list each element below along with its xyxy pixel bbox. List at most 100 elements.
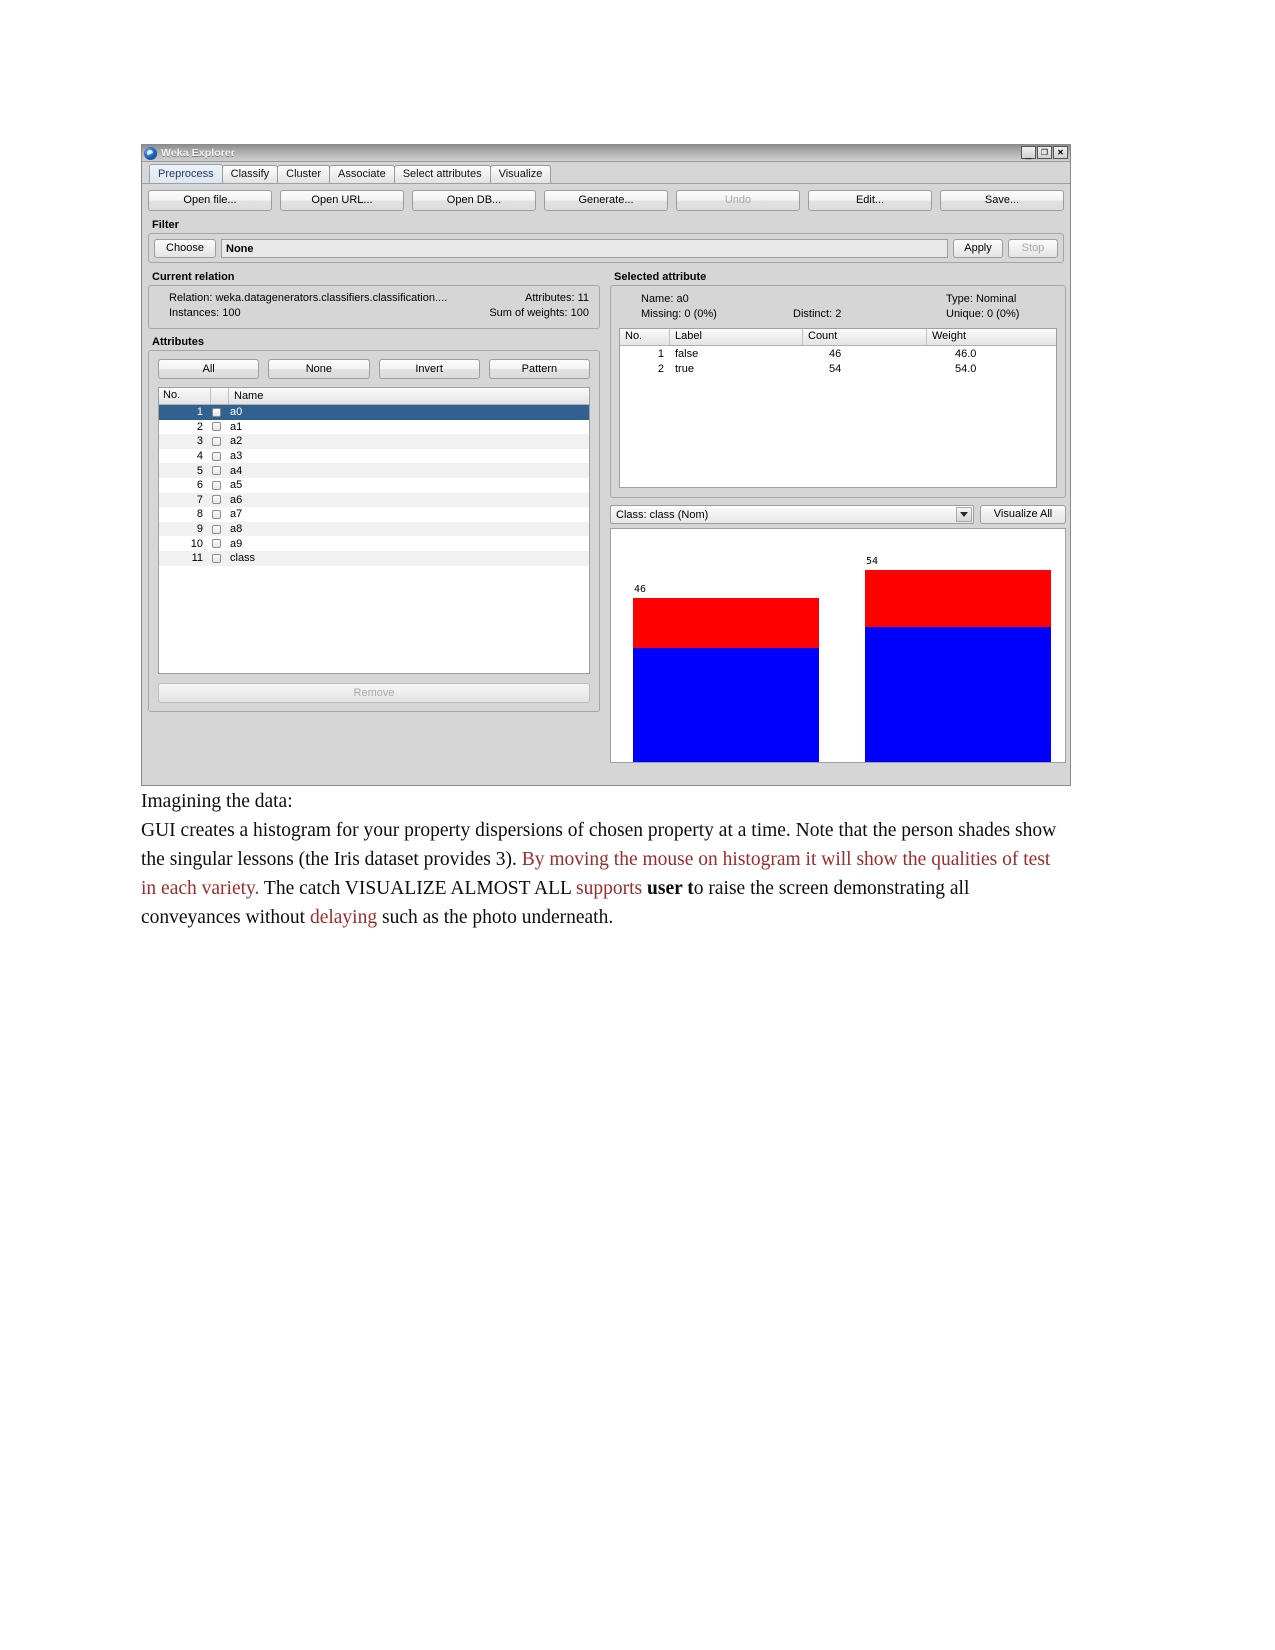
tab-preprocess[interactable]: Preprocess xyxy=(149,164,223,183)
label-column-count: Count xyxy=(803,329,927,345)
class-histogram[interactable]: 46 54 xyxy=(610,528,1066,763)
doc-text-segment: supports xyxy=(576,878,648,899)
attribute-row-a7[interactable]: 8 a7 xyxy=(159,507,589,522)
attribute-row-a2[interactable]: 3 a2 xyxy=(159,434,589,449)
label-row[interactable]: 2 true 54 54.0 xyxy=(620,361,1056,376)
select-all-button[interactable]: All xyxy=(158,359,260,379)
remove-attributes-button: Remove xyxy=(158,683,590,703)
histogram-bar-label: 46 xyxy=(634,584,647,595)
choose-filter-button[interactable]: Choose xyxy=(154,238,216,258)
label-column-weight: Weight xyxy=(932,330,967,342)
minimize-button[interactable]: _ xyxy=(1021,146,1036,160)
attribute-checkbox[interactable] xyxy=(207,524,226,534)
attributes-panel: All None Invert Pattern No. Name 1 a0 2 a1 3… xyxy=(148,350,600,712)
label-table-rows: 1 false 46 46.0 2 true 54 54.0 xyxy=(620,346,1056,376)
attribute-name: Name: a0 xyxy=(641,293,689,305)
maximize-button[interactable]: ❐ xyxy=(1037,146,1052,159)
histogram-bar-true[interactable]: 54 xyxy=(865,556,1051,762)
histogram-bar-false[interactable]: 46 xyxy=(633,584,819,762)
label-column-label: Label xyxy=(670,329,803,345)
attribute-row-number: 1 xyxy=(196,406,203,419)
attribute-row-name: a6 xyxy=(230,493,243,506)
label-row-label: false xyxy=(675,347,699,360)
attribute-row-number: 4 xyxy=(196,450,203,463)
histogram-segment-class-red xyxy=(633,598,819,648)
class-dropdown-value: Class: class (Nom) xyxy=(616,508,709,521)
pattern-button[interactable]: Pattern xyxy=(488,359,590,379)
attribute-row-a6[interactable]: 7 a6 xyxy=(159,492,589,508)
attribute-row-name: class xyxy=(230,552,256,565)
attributes-count: Attributes: 11 xyxy=(524,292,589,304)
checkbox-icon xyxy=(212,553,221,563)
tab-cluster[interactable]: Cluster xyxy=(277,165,330,183)
attributes-list[interactable]: No. Name 1 a0 2 a1 3 a2 4 a3 5 a4 6 a5 7 a6 8 a7 9 a8 10 a9… xyxy=(158,387,590,674)
filter-value-field[interactable]: None xyxy=(221,238,948,258)
select-none-button[interactable]: None xyxy=(268,359,370,379)
tab-associate[interactable]: Associate xyxy=(329,165,395,183)
label-row[interactable]: 1 false 46 46.0 xyxy=(620,346,1056,361)
maximize-icon: ❐ xyxy=(1040,148,1049,157)
histogram-segment-class-red xyxy=(865,570,1051,627)
attribute-row-class[interactable]: 11 class xyxy=(159,550,589,566)
attribute-checkbox[interactable] xyxy=(207,436,226,446)
attribute-row-number: 3 xyxy=(196,435,203,448)
attribute-type: Type: Nominal xyxy=(946,293,1017,305)
checkbox-icon xyxy=(212,509,221,519)
open-file-button[interactable]: Open file... xyxy=(148,190,272,211)
tab-visualize[interactable]: Visualize xyxy=(489,165,552,183)
file-toolbar: Open file... Open URL... Open DB... Gene… xyxy=(148,190,1064,211)
close-button[interactable]: ✕ xyxy=(1053,146,1068,159)
attribute-row-number: 6 xyxy=(196,479,203,492)
invert-selection-button[interactable]: Invert xyxy=(378,359,480,379)
attribute-checkbox[interactable] xyxy=(207,480,226,490)
open-db-button[interactable]: Open DB... xyxy=(412,190,536,211)
attribute-row-a0[interactable]: 1 a0 xyxy=(159,405,589,420)
class-selector-bar: Class: class (Nom) Visualize All xyxy=(610,505,1066,524)
class-dropdown[interactable]: Class: class (Nom) xyxy=(610,505,974,524)
attribute-checkbox[interactable] xyxy=(207,553,226,563)
attribute-name-row: Name: a0 Type: Nominal xyxy=(623,292,1053,307)
open-url-button[interactable]: Open URL... xyxy=(280,190,404,211)
document-text: Imagining the data: GUI creates a histog… xyxy=(141,787,1066,932)
checkbox-icon xyxy=(212,495,221,505)
generate-button[interactable]: Generate... xyxy=(544,190,668,211)
attribute-row-a1[interactable]: 2 a1 xyxy=(159,419,589,435)
attribute-checkbox[interactable] xyxy=(207,495,226,505)
undo-button: Undo xyxy=(676,190,800,211)
attribute-checkbox[interactable] xyxy=(207,539,226,549)
tab-select-attributes[interactable]: Select attributes xyxy=(393,165,491,183)
attribute-row-a4[interactable]: 5 a4 xyxy=(159,463,589,478)
instances-row: Instances: 100 Sum of weights: 100 xyxy=(159,306,589,321)
window-titlebar: Weka Explorer _ ❐ ✕ xyxy=(142,145,1070,162)
apply-filter-button[interactable]: Apply xyxy=(953,238,1003,258)
doc-paragraph: GUI creates a histogram for your propert… xyxy=(141,816,1066,932)
chevron-down-icon[interactable] xyxy=(956,507,972,522)
current-relation-group-label: Current relation xyxy=(152,271,235,283)
visualize-all-button[interactable]: Visualize All xyxy=(980,505,1066,524)
attribute-row-a9[interactable]: 10 a9 xyxy=(159,536,589,551)
relation-row: Relation: weka.datagenerators.classifier… xyxy=(159,291,589,306)
tab-classify[interactable]: Classify xyxy=(221,165,279,183)
attribute-label-table[interactable]: No. Label Count Weight 1 false 46 46.0 2 true… xyxy=(619,328,1057,488)
attribute-row-number: 5 xyxy=(196,464,203,477)
window-controls: _ ❐ ✕ xyxy=(1021,146,1068,160)
weka-bird-icon xyxy=(144,146,157,160)
attribute-row-a5[interactable]: 6 a5 xyxy=(159,477,589,493)
attribute-checkbox[interactable] xyxy=(207,407,226,417)
label-row-count: 46 xyxy=(829,347,842,360)
attribute-row-a8[interactable]: 9 a8 xyxy=(159,521,589,537)
attribute-checkbox[interactable] xyxy=(207,451,226,461)
attribute-checkbox[interactable] xyxy=(207,422,226,432)
attribute-checkbox[interactable] xyxy=(207,466,226,476)
relation-text: Relation: weka.datagenerators.classifier… xyxy=(169,292,448,304)
close-icon: ✕ xyxy=(1057,148,1064,157)
sum-of-weights: Sum of weights: 100 xyxy=(489,307,589,319)
attribute-unique: Unique: 0 (0%) xyxy=(946,308,1020,320)
checkbox-icon xyxy=(212,480,221,490)
window-title: Weka Explorer xyxy=(161,147,236,159)
attribute-checkbox[interactable] xyxy=(207,509,226,519)
edit-button[interactable]: Edit... xyxy=(808,190,932,211)
attribute-row-a3[interactable]: 4 a3 xyxy=(159,448,589,464)
attributes-select-buttons: All None Invert Pattern xyxy=(158,359,590,379)
save-button[interactable]: Save... xyxy=(940,190,1064,211)
